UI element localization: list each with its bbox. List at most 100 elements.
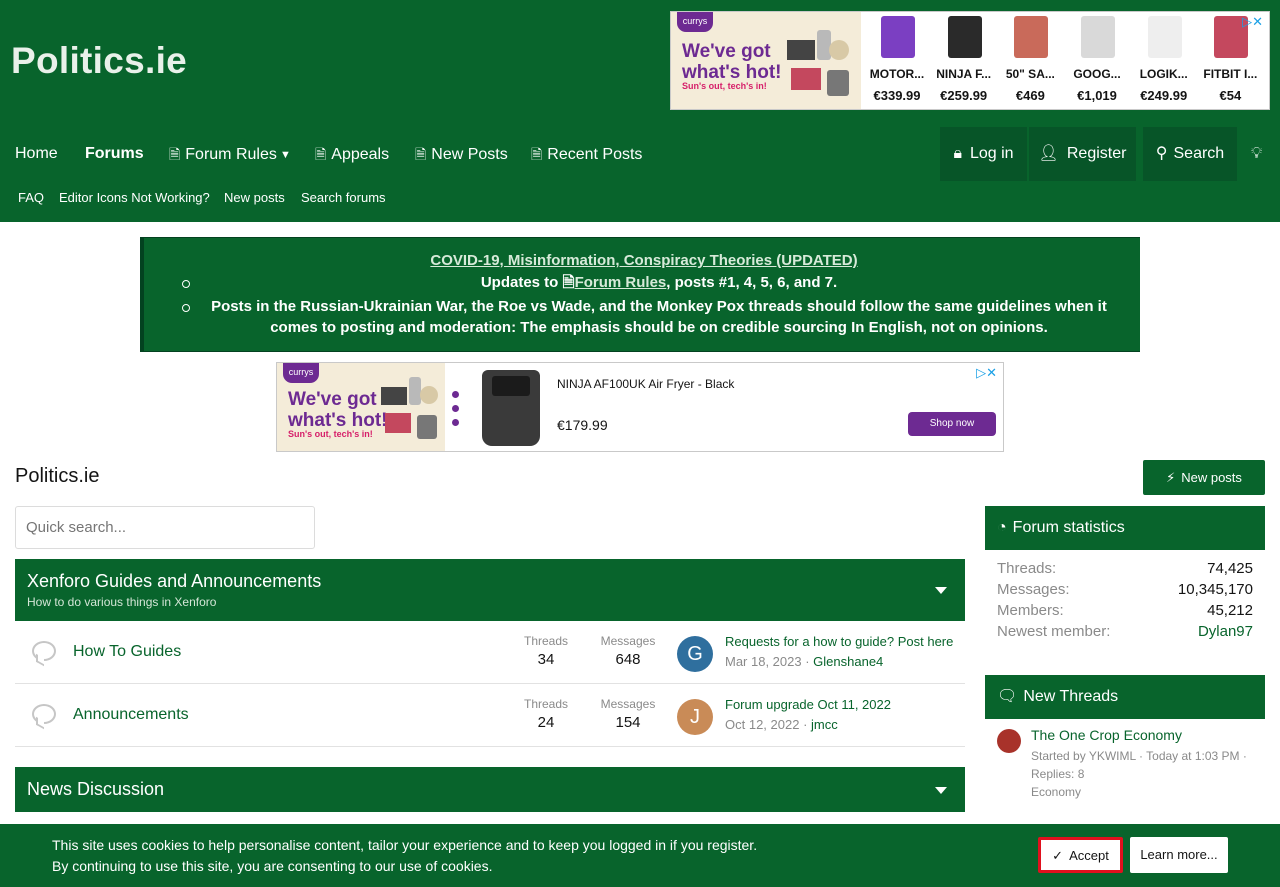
- nav-new-posts[interactable]: 🗎 New Posts: [415, 127, 508, 181]
- forum-name[interactable]: Announcements: [73, 706, 189, 724]
- ad-product-price: €259.99: [940, 88, 988, 103]
- accept-cookies-button[interactable]: ✓ Accept: [1038, 837, 1123, 873]
- ad-brand-badge: currys: [677, 12, 713, 32]
- accept-label: Accept: [1069, 848, 1109, 863]
- pie-chart-icon: ◔: [997, 519, 1007, 536]
- category-header-xenforo[interactable]: Xenforo Guides and Announcements How to …: [15, 559, 965, 621]
- category-header-news[interactable]: News Discussion: [15, 767, 965, 812]
- ad-product-card[interactable]: 50" SA... €469: [996, 12, 1063, 109]
- new-posts-button[interactable]: ⚡︎ New posts: [1143, 460, 1265, 495]
- style-toggle-button[interactable]: 💡︎: [1251, 127, 1262, 181]
- ad-product-name: NINJA F...: [936, 67, 992, 81]
- stat-threads: Threads: 74,425: [997, 560, 1253, 581]
- nav-appeals[interactable]: 🗎 Appeals: [315, 127, 389, 181]
- last-post-date[interactable]: Mar 18, 2023: [725, 654, 802, 669]
- mid-advertisement[interactable]: currys We've got what's hot! Sun's out, …: [276, 362, 1004, 452]
- last-post-date[interactable]: Oct 12, 2022: [725, 717, 799, 732]
- search-button[interactable]: ⚲ Search: [1143, 127, 1237, 181]
- top-advertisement[interactable]: currys We've got what's hot! Sun's out, …: [670, 11, 1270, 110]
- login-label: Log in: [969, 145, 1014, 162]
- site-header: Politics.ie currys We've got what's hot!…: [0, 0, 1280, 222]
- thread-forum[interactable]: Economy: [1031, 783, 1253, 801]
- forum-bubble-icon: [32, 704, 56, 724]
- document-icon: 🗎: [562, 274, 575, 291]
- ad-promo-panel[interactable]: currys We've got what's hot! Sun's out, …: [277, 363, 445, 451]
- last-post-title[interactable]: Requests for a how to guide? Post here: [725, 634, 957, 649]
- register-label: Register: [1066, 145, 1127, 162]
- site-logo[interactable]: Politics.ie: [11, 40, 187, 82]
- last-post-user[interactable]: jmcc: [811, 717, 838, 732]
- comments-icon: 🗨︎: [997, 688, 1018, 705]
- ad-product-card[interactable]: NINJA F... €259.99: [930, 12, 997, 109]
- nav-new-posts-label: New Posts: [431, 146, 508, 163]
- collapse-caret-icon[interactable]: [935, 587, 947, 594]
- nav-forum-rules[interactable]: 🗎 Forum Rules: [169, 127, 277, 181]
- stat-value: 74,425: [1207, 560, 1253, 577]
- ad-product-price: €339.99: [873, 88, 921, 103]
- ad-promo-panel[interactable]: currys We've got what's hot! Sun's out, …: [671, 12, 861, 109]
- new-threads-title[interactable]: New Threads: [1023, 688, 1118, 705]
- register-button[interactable]: 👤︎ Register: [1029, 127, 1136, 181]
- subnav-editor-icons[interactable]: Editor Icons Not Working?: [59, 190, 210, 205]
- cookie-line-1: This site uses cookies to help personali…: [52, 837, 758, 853]
- nav-home[interactable]: Home: [15, 127, 58, 181]
- avatar[interactable]: [997, 729, 1021, 753]
- nav-appeals-label: Appeals: [331, 146, 390, 163]
- stat-label: Messages:: [997, 581, 1070, 598]
- ad-products-collage-icon: [787, 30, 849, 96]
- quick-search-input[interactable]: [15, 506, 315, 549]
- subnav-new-posts[interactable]: New posts: [224, 190, 285, 205]
- ad-product-price: €469: [1015, 88, 1045, 103]
- last-post-title[interactable]: Forum upgrade Oct 11, 2022: [725, 697, 957, 712]
- last-post-user[interactable]: Glenshane4: [813, 654, 883, 669]
- ad-product-name: NINJA AF100UK Air Fryer - Black: [557, 377, 735, 391]
- avatar[interactable]: J: [677, 699, 713, 735]
- stat-members: Members: 45,212: [997, 602, 1253, 623]
- document-icon: 🗎: [315, 146, 327, 162]
- subnav-faq[interactable]: FAQ: [18, 190, 44, 205]
- document-icon: 🗎: [169, 146, 181, 162]
- notice-link[interactable]: COVID-19, Misinformation, Conspiracy The…: [144, 252, 1144, 269]
- category-title[interactable]: News Discussion: [27, 779, 164, 800]
- ad-product-card[interactable]: MOTOR... €339.99: [863, 12, 930, 109]
- ad-product-name: GOOG...: [1073, 67, 1121, 81]
- stat-label: Threads:: [997, 560, 1057, 577]
- ad-product-name: 50" SA...: [1005, 67, 1055, 81]
- login-button[interactable]: 🔒︎ Log in: [940, 127, 1027, 181]
- ad-product-thumbnail: [1147, 16, 1182, 58]
- notice-banner: COVID-19, Misinformation, Conspiracy The…: [140, 237, 1140, 352]
- messages-label: Messages: [600, 697, 656, 711]
- forum-name[interactable]: How To Guides: [73, 643, 181, 661]
- nav-forums[interactable]: Forums: [85, 127, 144, 181]
- new-posts-icon: ⚡︎: [1166, 470, 1176, 485]
- threads-label: Threads: [523, 697, 569, 711]
- ad-shop-now-button[interactable]: Shop now: [908, 412, 996, 436]
- nav-recent-posts[interactable]: 🗎 Recent Posts: [531, 127, 642, 181]
- main-nav: Home Forums 🗎 Forum Rules ▼ 🗎 Appeals 🗎 New…: [0, 127, 1280, 181]
- stat-newest-member: Newest member: Dylan97: [997, 623, 1253, 644]
- notice-item-guidelines: Posts in the Russian-Ukrainian War, the …: [211, 298, 1107, 336]
- newest-member-link[interactable]: Dylan97: [1198, 623, 1253, 640]
- subnav-search-forums[interactable]: Search forums: [301, 190, 386, 205]
- learn-more-button[interactable]: Learn more...: [1130, 837, 1228, 873]
- ad-choices-icon[interactable]: ▷✕: [1242, 14, 1263, 30]
- notice-rules-link[interactable]: Forum Rules: [575, 274, 667, 291]
- ad-brand-badge: currys: [283, 363, 319, 383]
- ad-choices-icon[interactable]: ▷✕: [976, 365, 997, 381]
- ad-product-name: FITBIT I...: [1203, 67, 1258, 81]
- ad-carousel-dots: [452, 391, 460, 433]
- collapse-caret-icon[interactable]: [935, 787, 947, 794]
- ad-product-card[interactable]: GOOG... €1,019: [1063, 12, 1130, 109]
- ad-headline: We've got what's hot!: [682, 41, 782, 83]
- document-icon: 🗎: [415, 146, 427, 162]
- nav-forum-rules-dropdown[interactable]: ▼: [280, 127, 291, 181]
- thread-title[interactable]: The One Crop Economy: [1031, 727, 1253, 743]
- category-title[interactable]: Xenforo Guides and Announcements: [27, 571, 321, 592]
- ad-product-card[interactable]: LOGIK... €249.99: [1130, 12, 1197, 109]
- stat-label: Newest member:: [997, 623, 1111, 640]
- search-icon: ⚲: [1155, 145, 1168, 162]
- forum-statistics-header: ◔ Forum statistics: [985, 506, 1265, 550]
- lightbulb-icon: 💡︎: [1251, 145, 1263, 162]
- avatar[interactable]: G: [677, 636, 713, 672]
- notice-item-suffix: , posts #1, 4, 5, 6, and 7.: [666, 274, 838, 291]
